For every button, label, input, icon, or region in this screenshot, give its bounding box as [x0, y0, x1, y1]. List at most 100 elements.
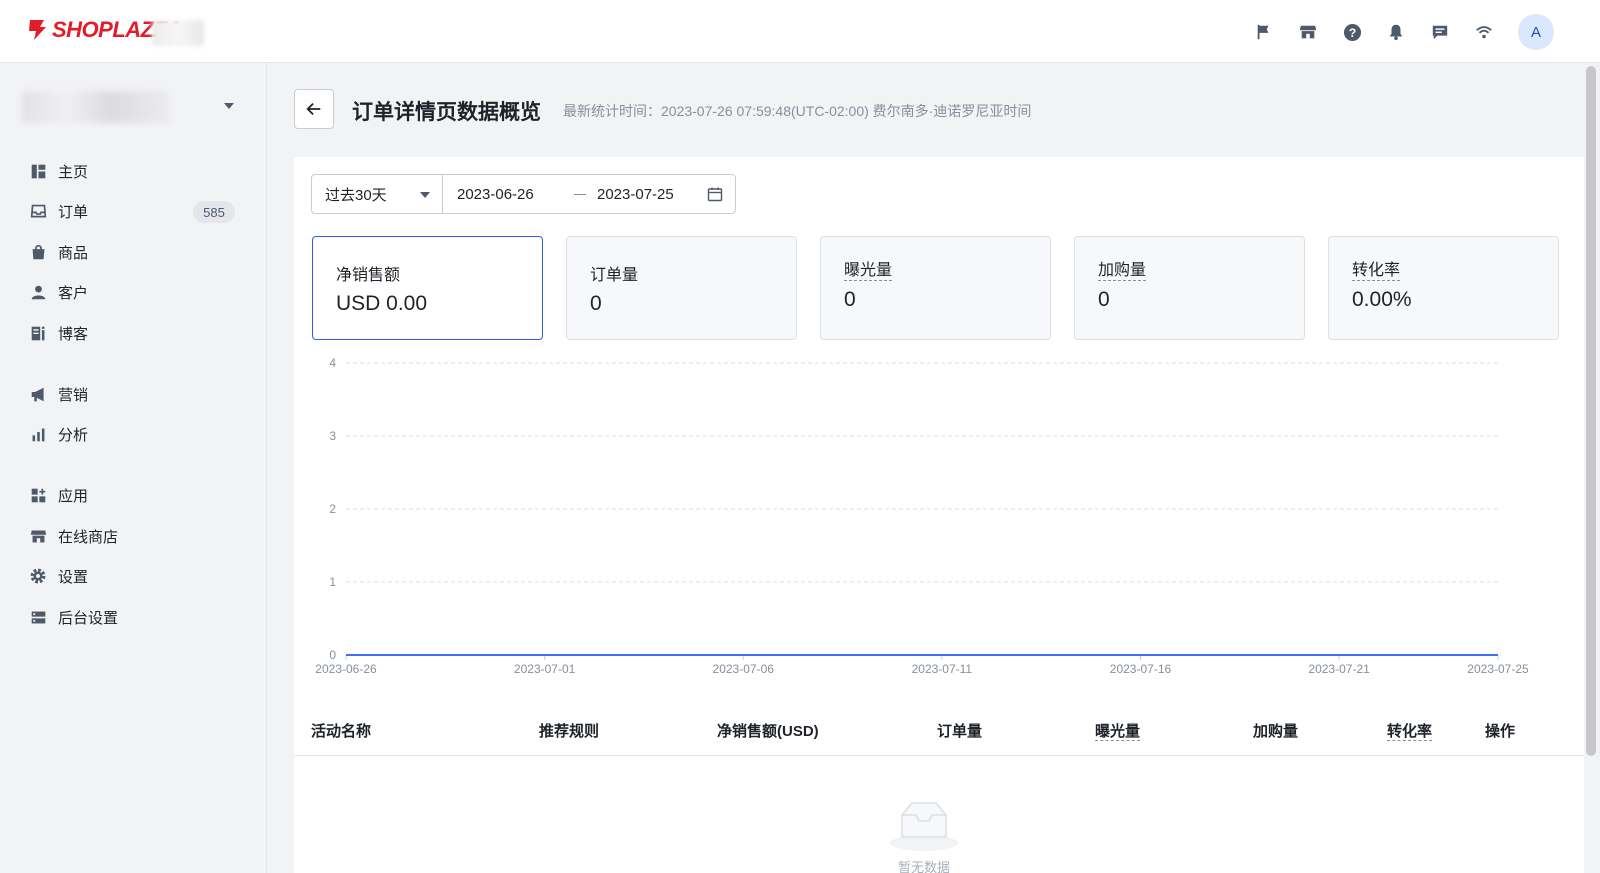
metric-label: 曝光量 — [844, 262, 893, 281]
flag-icon[interactable] — [1252, 20, 1276, 44]
column-header-wrap: 曝光量 — [1095, 720, 1141, 741]
sidebar-item-orders[interactable]: 订单 585 — [0, 193, 267, 229]
end-date-input[interactable]: 2023-07-25 — [597, 186, 674, 203]
metric-card-orders[interactable]: 订单量 0 — [566, 236, 797, 340]
scrollbar-thumb[interactable] — [1586, 66, 1596, 756]
help-icon[interactable]: ? — [1340, 20, 1364, 44]
sidebar-item-label: 商品 — [58, 244, 89, 262]
apps-icon — [28, 485, 48, 505]
person-icon — [28, 282, 48, 302]
y-tick-label: 3 — [329, 429, 336, 443]
top-icons: ? A — [1232, 14, 1554, 50]
x-tick-label: 2023-06-26 — [315, 662, 377, 676]
main-content: 订单详情页数据概览 最新统计时间：2023-07-26 07:59:48(UTC… — [267, 63, 1585, 873]
metric-card-net-sales[interactable]: 净销售额 USD 0.00 — [312, 236, 543, 340]
metric-value: 0.00% — [1352, 288, 1412, 311]
sidebar-item-online-store[interactable]: 在线商店 — [0, 518, 267, 554]
column-header: 推荐规则 — [539, 723, 600, 740]
column-header: 净销售额(USD) — [717, 723, 819, 740]
column-header: 操作 — [1485, 723, 1516, 740]
sidebar-item-label: 设置 — [58, 568, 89, 586]
empty-state-text: 暂无数据 — [898, 860, 951, 873]
metric-label: 加购量 — [1098, 262, 1147, 281]
orders-count-badge: 585 — [193, 201, 235, 223]
sidebar-item-products[interactable]: 商品 — [0, 234, 267, 270]
sidebar-item-analytics[interactable]: 分析 — [0, 416, 267, 452]
sidebar-item-label: 订单 — [58, 203, 89, 221]
bar-chart-icon — [28, 424, 48, 444]
x-tick-label: 2023-07-21 — [1308, 662, 1370, 676]
dashboard-icon — [28, 161, 48, 181]
gear-icon — [28, 566, 48, 586]
inbox-icon — [28, 201, 48, 221]
chevron-down-icon — [420, 192, 430, 198]
sidebar-item-blog[interactable]: 博客 — [0, 315, 267, 351]
metric-value: USD 0.00 — [336, 292, 428, 315]
x-tick-label: 2023-07-01 — [514, 662, 576, 676]
sidebar-item-label: 分析 — [58, 426, 89, 444]
column-header: 加购量 — [1253, 723, 1299, 740]
sidebar-item-label: 营销 — [58, 386, 89, 404]
store-name-blurred — [152, 20, 204, 46]
start-date-input[interactable]: 2023-06-26 — [457, 186, 534, 203]
sidebar-item-marketing[interactable]: 营销 — [0, 376, 267, 412]
sidebar-item-label: 应用 — [58, 487, 89, 505]
sidebar-item-label: 后台设置 — [58, 609, 119, 627]
date-range-preset-value: 过去30天 — [325, 186, 387, 204]
x-tick-label: 2023-07-16 — [1110, 662, 1172, 676]
store-selector[interactable] — [22, 91, 240, 127]
column-header-wrap: 转化率 — [1387, 720, 1433, 741]
page-title: 订单详情页数据概览 — [352, 101, 541, 124]
y-tick-label: 0 — [329, 648, 336, 662]
sidebar: 主页 订单 585 商品 客户 博客 营销 分析 应用 在线商店 设置 后台设置 — [0, 63, 267, 873]
back-button[interactable] — [294, 89, 334, 129]
sidebar-item-label: 主页 — [58, 163, 89, 181]
date-separator — [574, 194, 586, 195]
x-tick-label: 2023-07-11 — [912, 662, 973, 676]
metric-label: 订单量 — [590, 267, 639, 284]
table-header: 活动名称 推荐规则 净销售额(USD) 订单量 曝光量 加购量 转化率 操作 — [294, 704, 1584, 756]
bag-icon — [28, 242, 48, 262]
date-range-preset-select[interactable]: 过去30天 — [311, 174, 442, 214]
calendar-icon[interactable] — [707, 186, 723, 202]
y-tick-label: 1 — [329, 575, 336, 589]
store-icon — [28, 526, 48, 546]
sidebar-item-home[interactable]: 主页 — [0, 153, 267, 189]
server-icon — [28, 607, 48, 627]
sidebar-item-label: 客户 — [58, 284, 89, 302]
top-bar: SHOPLAZZA ? A — [0, 0, 1600, 63]
last-updated-text: 最新统计时间：2023-07-26 07:59:48(UTC-02:00) 费尔… — [563, 103, 1032, 119]
metric-label: 转化率 — [1352, 262, 1401, 281]
x-tick-label: 2023-07-25 — [1467, 662, 1529, 676]
sidebar-item-customers[interactable]: 客户 — [0, 274, 267, 310]
metric-card-conversion-rate[interactable]: 转化率 0.00% — [1328, 236, 1559, 340]
sidebar-item-label: 在线商店 — [58, 528, 119, 546]
sidebar-item-admin-settings[interactable]: 后台设置 — [0, 599, 267, 635]
x-tick-label: 2023-07-06 — [713, 662, 775, 676]
wifi-icon[interactable] — [1472, 20, 1496, 44]
date-range-picker[interactable]: 2023-06-26 2023-07-25 — [442, 174, 736, 214]
column-header: 曝光量 — [1095, 723, 1141, 741]
sidebar-item-label: 博客 — [58, 325, 89, 343]
metric-value: 0 — [844, 288, 856, 311]
metric-card-add-to-cart[interactable]: 加购量 0 — [1074, 236, 1305, 340]
store-icon[interactable] — [1296, 20, 1320, 44]
bell-icon[interactable] — [1384, 20, 1408, 44]
store-selector-blurred — [22, 91, 170, 123]
blog-icon — [28, 323, 48, 343]
y-tick-label: 2 — [329, 502, 336, 516]
overview-card: 过去30天 2023-06-26 2023-07-25 净销售额 USD 0.0… — [294, 157, 1584, 873]
metric-value: 0 — [1098, 288, 1110, 311]
y-tick-label: 4 — [329, 356, 336, 370]
metric-label: 净销售额 — [336, 267, 401, 284]
page-scrollbar[interactable] — [1586, 66, 1596, 872]
metric-card-impressions[interactable]: 曝光量 0 — [820, 236, 1051, 340]
user-avatar[interactable]: A — [1518, 14, 1554, 50]
message-icon[interactable] — [1428, 20, 1452, 44]
sidebar-item-settings[interactable]: 设置 — [0, 558, 267, 594]
sidebar-item-apps[interactable]: 应用 — [0, 477, 267, 513]
chevron-down-icon — [224, 103, 234, 109]
svg-text:?: ? — [1348, 25, 1356, 39]
trend-line-chart: 0 1 2 3 4 2023-06-26 2023-07-01 2023-07-06 2023-… — [315, 356, 1529, 676]
column-header: 订单量 — [937, 723, 983, 740]
